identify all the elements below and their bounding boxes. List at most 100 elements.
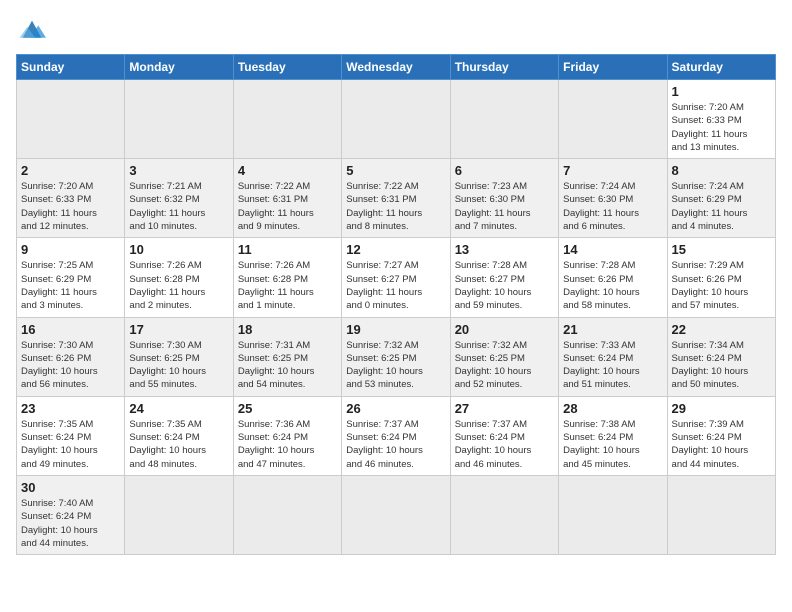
day-number: 20 bbox=[455, 322, 554, 337]
day-cell: 12 Sunrise: 7:27 AM Sunset: 6:27 PM Dayli… bbox=[342, 238, 450, 317]
day-cell: 24 Sunrise: 7:35 AM Sunset: 6:24 PM Dayli… bbox=[125, 396, 233, 475]
week-row-5: 23Sunrise: 7:35 AM Sunset: 6:24 PM Dayli… bbox=[17, 396, 776, 475]
day-number: 17 bbox=[129, 322, 228, 337]
day-number: 15 bbox=[672, 242, 771, 257]
day-number: 9 bbox=[21, 242, 120, 257]
day-cell bbox=[125, 80, 233, 159]
day-cell: 25 Sunrise: 7:36 AM Sunset: 6:24 PM Dayli… bbox=[233, 396, 341, 475]
day-number: 13 bbox=[455, 242, 554, 257]
day-number: 19 bbox=[346, 322, 445, 337]
day-cell: 28Sunrise: 7:38 AM Sunset: 6:24 PM Dayli… bbox=[559, 396, 667, 475]
day-number: 3 bbox=[129, 163, 228, 178]
day-cell: 29Sunrise: 7:39 AM Sunset: 6:24 PM Dayli… bbox=[667, 396, 775, 475]
day-number: 24 bbox=[129, 401, 228, 416]
day-cell: 16 Sunrise: 7:30 AM Sunset: 6:26 PM Dayli… bbox=[17, 317, 125, 396]
day-cell: 30 Sunrise: 7:40 AM Sunset: 6:24 PM Dayli… bbox=[17, 475, 125, 554]
day-cell: 27 Sunrise: 7:37 AM Sunset: 6:24 PM Dayli… bbox=[450, 396, 558, 475]
weekday-header-monday: Monday bbox=[125, 55, 233, 80]
day-info: Sunrise: 7:37 AM Sunset: 6:24 PM Dayligh… bbox=[346, 418, 445, 471]
weekday-header-wednesday: Wednesday bbox=[342, 55, 450, 80]
weekday-header-friday: Friday bbox=[559, 55, 667, 80]
day-number: 18 bbox=[238, 322, 337, 337]
day-cell: 1 Sunrise: 7:20 AM Sunset: 6:33 PM Daylig… bbox=[667, 80, 775, 159]
day-info: Sunrise: 7:32 AM Sunset: 6:25 PM Dayligh… bbox=[455, 339, 554, 392]
day-cell: 18 Sunrise: 7:31 AM Sunset: 6:25 PM Dayli… bbox=[233, 317, 341, 396]
day-info: Sunrise: 7:33 AM Sunset: 6:24 PM Dayligh… bbox=[563, 339, 662, 392]
day-number: 14 bbox=[563, 242, 662, 257]
day-info: Sunrise: 7:32 AM Sunset: 6:25 PM Dayligh… bbox=[346, 339, 445, 392]
day-cell: 11 Sunrise: 7:26 AM Sunset: 6:28 PM Dayli… bbox=[233, 238, 341, 317]
calendar-body: 1 Sunrise: 7:20 AM Sunset: 6:33 PM Daylig… bbox=[17, 80, 776, 555]
page: SundayMondayTuesdayWednesdayThursdayFrid… bbox=[0, 0, 792, 565]
day-cell bbox=[125, 475, 233, 554]
day-info: Sunrise: 7:39 AM Sunset: 6:24 PM Dayligh… bbox=[672, 418, 771, 471]
day-info: Sunrise: 7:28 AM Sunset: 6:27 PM Dayligh… bbox=[455, 259, 554, 312]
day-cell bbox=[342, 80, 450, 159]
day-info: Sunrise: 7:30 AM Sunset: 6:26 PM Dayligh… bbox=[21, 339, 120, 392]
day-number: 30 bbox=[21, 480, 120, 495]
week-row-6: 30 Sunrise: 7:40 AM Sunset: 6:24 PM Dayli… bbox=[17, 475, 776, 554]
day-info: Sunrise: 7:35 AM Sunset: 6:24 PM Dayligh… bbox=[129, 418, 228, 471]
day-cell bbox=[559, 475, 667, 554]
day-cell: 17 Sunrise: 7:30 AM Sunset: 6:25 PM Dayli… bbox=[125, 317, 233, 396]
calendar-header: SundayMondayTuesdayWednesdayThursdayFrid… bbox=[17, 55, 776, 80]
day-info: Sunrise: 7:25 AM Sunset: 6:29 PM Dayligh… bbox=[21, 259, 120, 312]
day-info: Sunrise: 7:30 AM Sunset: 6:25 PM Dayligh… bbox=[129, 339, 228, 392]
day-info: Sunrise: 7:23 AM Sunset: 6:30 PM Dayligh… bbox=[455, 180, 554, 233]
day-cell: 6 Sunrise: 7:23 AM Sunset: 6:30 PM Daylig… bbox=[450, 159, 558, 238]
day-cell: 10 Sunrise: 7:26 AM Sunset: 6:28 PM Dayli… bbox=[125, 238, 233, 317]
day-cell: 15Sunrise: 7:29 AM Sunset: 6:26 PM Dayli… bbox=[667, 238, 775, 317]
week-row-1: 1 Sunrise: 7:20 AM Sunset: 6:33 PM Daylig… bbox=[17, 80, 776, 159]
weekday-row: SundayMondayTuesdayWednesdayThursdayFrid… bbox=[17, 55, 776, 80]
day-cell: 4 Sunrise: 7:22 AM Sunset: 6:31 PM Daylig… bbox=[233, 159, 341, 238]
day-info: Sunrise: 7:24 AM Sunset: 6:29 PM Dayligh… bbox=[672, 180, 771, 233]
day-number: 1 bbox=[672, 84, 771, 99]
weekday-header-sunday: Sunday bbox=[17, 55, 125, 80]
day-number: 22 bbox=[672, 322, 771, 337]
day-number: 25 bbox=[238, 401, 337, 416]
day-cell: 21Sunrise: 7:33 AM Sunset: 6:24 PM Dayli… bbox=[559, 317, 667, 396]
day-cell: 2Sunrise: 7:20 AM Sunset: 6:33 PM Daylig… bbox=[17, 159, 125, 238]
day-cell bbox=[17, 80, 125, 159]
day-cell bbox=[450, 80, 558, 159]
day-cell bbox=[559, 80, 667, 159]
day-cell: 8 Sunrise: 7:24 AM Sunset: 6:29 PM Daylig… bbox=[667, 159, 775, 238]
day-cell bbox=[233, 475, 341, 554]
calendar: SundayMondayTuesdayWednesdayThursdayFrid… bbox=[16, 54, 776, 555]
day-number: 7 bbox=[563, 163, 662, 178]
logo bbox=[16, 16, 52, 44]
day-number: 10 bbox=[129, 242, 228, 257]
day-info: Sunrise: 7:40 AM Sunset: 6:24 PM Dayligh… bbox=[21, 497, 120, 550]
day-cell: 5Sunrise: 7:22 AM Sunset: 6:31 PM Daylig… bbox=[342, 159, 450, 238]
day-info: Sunrise: 7:21 AM Sunset: 6:32 PM Dayligh… bbox=[129, 180, 228, 233]
day-number: 8 bbox=[672, 163, 771, 178]
day-cell: 26Sunrise: 7:37 AM Sunset: 6:24 PM Dayli… bbox=[342, 396, 450, 475]
day-info: Sunrise: 7:34 AM Sunset: 6:24 PM Dayligh… bbox=[672, 339, 771, 392]
day-number: 4 bbox=[238, 163, 337, 178]
day-number: 16 bbox=[21, 322, 120, 337]
day-number: 11 bbox=[238, 242, 337, 257]
day-number: 12 bbox=[346, 242, 445, 257]
day-info: Sunrise: 7:37 AM Sunset: 6:24 PM Dayligh… bbox=[455, 418, 554, 471]
day-cell: 14 Sunrise: 7:28 AM Sunset: 6:26 PM Dayli… bbox=[559, 238, 667, 317]
day-info: Sunrise: 7:26 AM Sunset: 6:28 PM Dayligh… bbox=[238, 259, 337, 312]
day-info: Sunrise: 7:28 AM Sunset: 6:26 PM Dayligh… bbox=[563, 259, 662, 312]
day-cell bbox=[233, 80, 341, 159]
day-number: 27 bbox=[455, 401, 554, 416]
day-info: Sunrise: 7:27 AM Sunset: 6:27 PM Dayligh… bbox=[346, 259, 445, 312]
day-cell bbox=[342, 475, 450, 554]
day-cell: 20 Sunrise: 7:32 AM Sunset: 6:25 PM Dayli… bbox=[450, 317, 558, 396]
day-info: Sunrise: 7:20 AM Sunset: 6:33 PM Dayligh… bbox=[672, 101, 771, 154]
day-info: Sunrise: 7:36 AM Sunset: 6:24 PM Dayligh… bbox=[238, 418, 337, 471]
weekday-header-tuesday: Tuesday bbox=[233, 55, 341, 80]
day-info: Sunrise: 7:31 AM Sunset: 6:25 PM Dayligh… bbox=[238, 339, 337, 392]
logo-icon bbox=[16, 16, 48, 44]
week-row-4: 16 Sunrise: 7:30 AM Sunset: 6:26 PM Dayli… bbox=[17, 317, 776, 396]
day-cell: 23Sunrise: 7:35 AM Sunset: 6:24 PM Dayli… bbox=[17, 396, 125, 475]
day-info: Sunrise: 7:22 AM Sunset: 6:31 PM Dayligh… bbox=[238, 180, 337, 233]
day-number: 6 bbox=[455, 163, 554, 178]
weekday-header-saturday: Saturday bbox=[667, 55, 775, 80]
day-cell: 13 Sunrise: 7:28 AM Sunset: 6:27 PM Dayli… bbox=[450, 238, 558, 317]
day-cell: 22 Sunrise: 7:34 AM Sunset: 6:24 PM Dayli… bbox=[667, 317, 775, 396]
day-info: Sunrise: 7:26 AM Sunset: 6:28 PM Dayligh… bbox=[129, 259, 228, 312]
